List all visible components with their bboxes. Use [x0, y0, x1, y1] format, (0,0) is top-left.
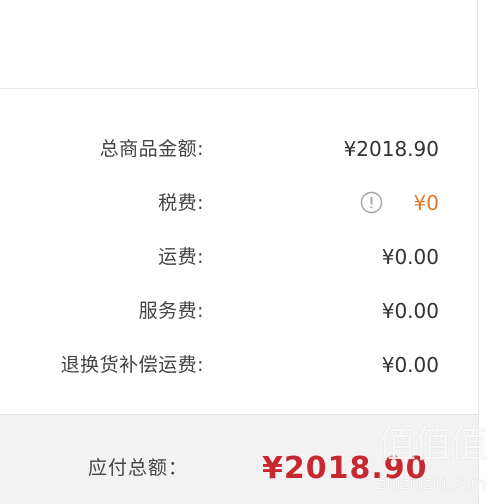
summary-row-goods-total: 总商品金额: ¥2018.90: [0, 134, 478, 164]
info-icon[interactable]: [360, 191, 383, 214]
tax-value: ¥0: [413, 191, 439, 215]
service-fee-label: 服务费:: [138, 300, 204, 322]
total-payable-label: 应付总额：: [87, 457, 188, 479]
return-shipping-label: 退换货补偿运费:: [60, 354, 204, 376]
summary-row-return-shipping: 退换货补偿运费: ¥0.00: [0, 350, 478, 380]
order-info-card: [0, 0, 478, 89]
summary-row-service-fee: 服务费: ¥0.00: [0, 296, 478, 326]
summary-row-shipping: 运费: ¥0.00: [0, 242, 478, 272]
tax-label: 税费:: [158, 192, 204, 214]
summary-row-tax: 税费: ¥0: [0, 188, 478, 218]
return-shipping-value: ¥0.00: [381, 353, 439, 377]
total-payable-band: 应付总额： ¥2018.90: [0, 414, 479, 504]
shipping-value: ¥0.00: [381, 245, 439, 269]
goods-total-value: ¥2018.90: [343, 137, 439, 161]
total-payable-value: ¥2018.90: [262, 451, 428, 486]
service-fee-value: ¥0.00: [381, 299, 439, 323]
price-summary: 总商品金额: ¥2018.90 税费: ¥0 运费: ¥0.00 服务费: ¥0…: [0, 89, 479, 414]
goods-total-label: 总商品金额:: [99, 138, 204, 160]
shipping-label: 运费:: [158, 246, 204, 268]
